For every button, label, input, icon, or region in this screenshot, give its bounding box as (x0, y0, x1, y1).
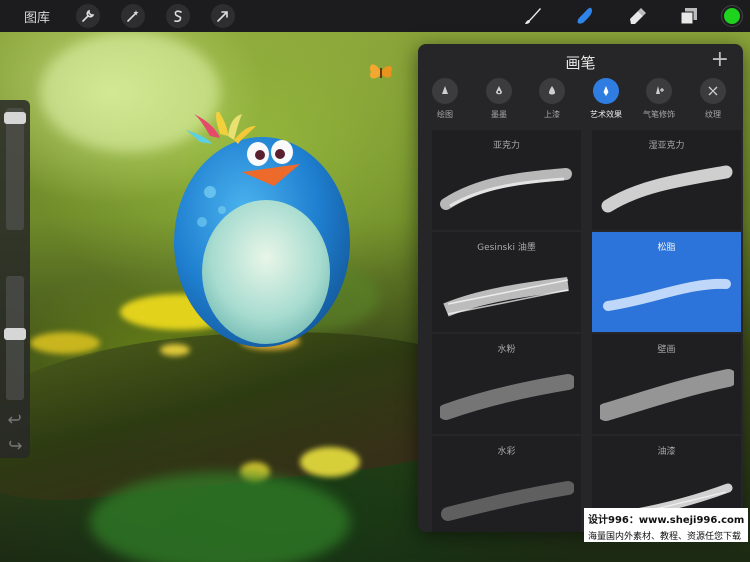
brush-stroke-preview (440, 374, 574, 420)
watermark-banner: 设计996：www.sheji996.com 海量国内外素材、教程、资源任您下载 (584, 508, 748, 542)
brush-item-fresco[interactable]: 壁画 (592, 334, 741, 434)
brush-name: 壁画 (657, 345, 676, 355)
brush-stroke-preview (600, 369, 734, 421)
left-sidebar (0, 100, 30, 458)
brush-item-gouache[interactable]: 水粉 (432, 334, 581, 434)
category-artistic[interactable]: 艺术效果 (579, 78, 633, 120)
brush-name: 松脂 (657, 243, 676, 253)
brush-size-slider[interactable] (6, 108, 24, 230)
category-label: 墨墨 (491, 110, 507, 119)
pencil-nib-icon (432, 78, 458, 104)
brush-item-wet-acrylic[interactable]: 湿亚克力 (592, 130, 741, 230)
brush-icon[interactable] (522, 5, 544, 27)
brush-grid: 亚克力 湿亚克力 Gesinski 油墨 松脂 水粉 壁画 水彩 油漆 (432, 130, 743, 532)
brush-item-watercolor[interactable]: 水彩 (432, 436, 581, 532)
brush-name: 油漆 (657, 447, 676, 457)
eraser-icon[interactable] (626, 5, 648, 27)
brush-name: 水粉 (497, 345, 516, 355)
category-label: 上漆 (544, 110, 560, 119)
brush-library-panel: 画笔 + 绘图 墨墨 上漆 艺术效果 气笔修饰 纹理 亚克力 湿亚克力 Gesi… (418, 44, 743, 532)
category-texture[interactable]: 纹理 (686, 78, 740, 120)
category-drawing[interactable]: 绘图 (418, 78, 472, 120)
watermark-line2: 海量国内外素材、教程、资源任您下载 (588, 532, 742, 542)
gallery-button[interactable]: 图库 (24, 7, 50, 26)
brush-stroke-preview (441, 481, 574, 521)
smudge-icon[interactable] (574, 5, 596, 27)
redo-icon[interactable] (8, 438, 22, 452)
category-label: 艺术效果 (590, 110, 622, 119)
watermark-line1: 设计996：www.sheji996.com (588, 515, 745, 526)
airbrush-icon (646, 78, 672, 104)
ink-drop-icon (486, 78, 512, 104)
selection-icon[interactable] (166, 4, 191, 28)
layers-icon[interactable] (678, 5, 700, 27)
right-tool-group (492, 0, 742, 32)
category-label: 纹理 (705, 110, 721, 119)
top-toolbar: 图库 (0, 0, 750, 32)
brush-stroke-preview (440, 168, 572, 210)
brush-size-thumb[interactable] (4, 112, 26, 124)
moss-highlight (30, 332, 100, 354)
texture-icon (700, 78, 726, 104)
bird-illustration (174, 112, 350, 347)
category-airbrush[interactable]: 气笔修饰 (632, 78, 686, 120)
brush-item-rosin[interactable]: 松脂 (592, 232, 741, 332)
brush-stroke-preview (601, 165, 733, 213)
opacity-thumb[interactable] (4, 328, 26, 340)
transform-arrow-icon[interactable] (211, 4, 236, 28)
category-ink[interactable]: 墨墨 (472, 78, 526, 120)
add-brush-button[interactable]: + (711, 47, 729, 73)
color-picker-swatch[interactable] (722, 6, 742, 26)
moss-highlight (300, 447, 360, 477)
category-paint[interactable]: 上漆 (525, 78, 579, 120)
magic-wand-icon[interactable] (121, 4, 146, 28)
brush-item-gesinski-ink[interactable]: Gesinski 油墨 (432, 232, 581, 332)
paint-drop-icon (539, 78, 565, 104)
brush-name: 亚克力 (492, 141, 520, 151)
brush-item-acrylic[interactable]: 亚克力 (432, 130, 581, 230)
foreground-blur (90, 472, 350, 562)
art-nib-icon (593, 78, 619, 104)
butterfly-icon (369, 64, 393, 79)
brush-name: 水彩 (497, 447, 516, 457)
panel-title: 画笔 (565, 54, 596, 72)
brush-stroke-preview (603, 278, 731, 311)
category-label: 气笔修饰 (643, 110, 675, 119)
undo-icon[interactable] (8, 412, 22, 426)
brush-name: Gesinski 油墨 (477, 243, 536, 253)
brush-name: 湿亚克力 (648, 141, 685, 151)
wrench-icon[interactable] (76, 4, 101, 28)
category-label: 绘图 (437, 110, 453, 119)
brush-stroke-preview (443, 277, 569, 317)
